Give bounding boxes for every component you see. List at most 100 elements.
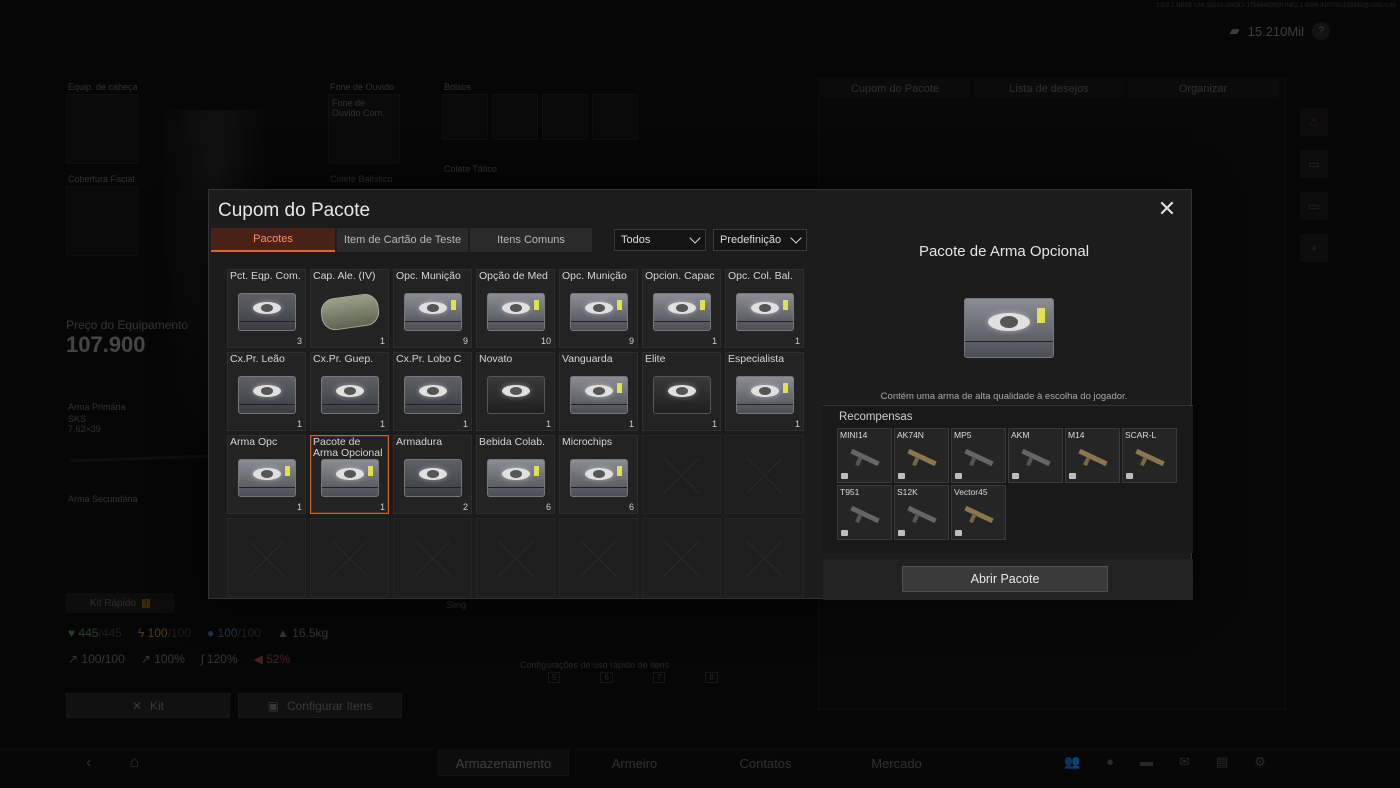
package-item[interactable]: Opcion. Capac 1 xyxy=(642,269,721,348)
package-coupon-dialog: Cupom do Pacote ✕ Pacotes Item de Cartão… xyxy=(208,189,1193,600)
profile-icon[interactable]: ● xyxy=(1106,754,1114,770)
headset-item-name: Fone de Ouvido Com. xyxy=(332,98,385,118)
rewards-label: Recompensas xyxy=(839,411,913,423)
package-item[interactable]: Especialista 1 xyxy=(725,352,804,431)
package-item[interactable]: Bebida Colab. 6 xyxy=(476,435,555,514)
open-package-button[interactable]: Abrir Pacote xyxy=(902,566,1108,592)
package-box-icon xyxy=(486,375,545,414)
empty-slot xyxy=(642,518,721,597)
face-slot[interactable] xyxy=(66,186,138,256)
reward-item[interactable]: S12K xyxy=(894,485,949,540)
reward-item[interactable]: MP5 xyxy=(951,428,1006,483)
heart-icon: ♥ xyxy=(68,626,76,640)
reward-item[interactable]: Vector45 xyxy=(951,485,1006,540)
crate-icon[interactable]: ▭ xyxy=(1300,192,1328,220)
tab-wishlist[interactable]: Lista de desejos xyxy=(974,80,1124,98)
stats-row-2: ↗ 100/100 ↗ 100% ʃ 120% ◀ 52% xyxy=(68,652,290,666)
package-item[interactable]: Cx.Pr. Guep. 1 xyxy=(310,352,389,431)
quick-key[interactable]: 5 xyxy=(548,672,561,683)
nav-armory[interactable]: Armeiro xyxy=(569,750,700,776)
package-item[interactable]: Pct. Eqp. Com. 3 xyxy=(227,269,306,348)
back-icon[interactable]: ‹ xyxy=(86,754,91,772)
pocket-slot[interactable] xyxy=(542,94,588,140)
stats-row-1: ♥ 445/445 ϟ 100/100 ● 100/100 ▲ 16.5kg xyxy=(68,626,328,640)
preset-dropdown[interactable]: Predefinição xyxy=(713,229,807,251)
home-icon[interactable]: ⌂ xyxy=(129,754,139,772)
version-string: 1.0.0.1 NEXE UNI.1021A.GRODI 17548482929… xyxy=(1156,3,1396,9)
package-item[interactable]: Cx.Pr. Lobo C 1 xyxy=(393,352,472,431)
bottom-left-icons: ‹ ⌂ xyxy=(86,754,139,772)
pocket-slot[interactable] xyxy=(592,94,638,140)
package-item[interactable]: Opc. Munição 9 xyxy=(559,269,638,348)
kit-button[interactable]: ✕ Kit xyxy=(66,693,230,718)
package-item[interactable]: Armadura 2 xyxy=(393,435,472,514)
tab-packages[interactable]: Pacotes xyxy=(211,228,335,252)
plus-icon[interactable]: + xyxy=(1300,234,1328,262)
gear-icon[interactable]: ⚙ xyxy=(1254,754,1266,770)
weight-icon: ▲ xyxy=(276,626,289,640)
reward-item[interactable]: SCAR-L xyxy=(1122,428,1177,483)
configure-items-button[interactable]: ▣ Configurar Itens xyxy=(238,693,402,718)
quick-kit-button[interactable]: Kit Rápido ! xyxy=(66,593,174,613)
quick-kit-badge: ! xyxy=(141,598,151,608)
package-item[interactable]: Arma Opc 1 xyxy=(227,435,306,514)
rifle-icon xyxy=(1135,448,1165,467)
equipment-price-value: 107.900 xyxy=(66,332,146,357)
package-item-name: Novato xyxy=(479,353,513,365)
tab-common-items[interactable]: Itens Comuns xyxy=(470,228,592,252)
package-item[interactable]: Novato 1 xyxy=(476,352,555,431)
package-item-name: Opc. Munição xyxy=(396,270,461,282)
tab-organize[interactable]: Organizar xyxy=(1128,80,1278,98)
package-item[interactable]: Microchips 6 xyxy=(559,435,638,514)
pocket-slot[interactable] xyxy=(442,94,488,140)
package-box-icon xyxy=(486,292,545,331)
reward-item[interactable]: MINI14 xyxy=(837,428,892,483)
reward-item[interactable]: AK74N xyxy=(894,428,949,483)
reward-item-name: MINI14 xyxy=(840,430,868,440)
reward-item[interactable]: AKM xyxy=(1008,428,1063,483)
filter-dropdown[interactable]: Todos xyxy=(614,229,706,251)
tab-test-card-item[interactable]: Item de Cartão de Teste xyxy=(337,228,468,252)
reward-item[interactable]: M14 xyxy=(1065,428,1120,483)
quick-key[interactable]: 8 xyxy=(705,672,718,683)
package-item-count: 1 xyxy=(794,419,800,429)
help-icon[interactable]: ? xyxy=(1312,22,1330,40)
pocket-slot[interactable] xyxy=(492,94,538,140)
box-icon xyxy=(898,473,905,479)
package-item[interactable]: Pacote de Arma Opcional 1 xyxy=(310,435,389,514)
nav-market[interactable]: Mercado xyxy=(831,750,962,776)
package-item[interactable]: Elite 1 xyxy=(642,352,721,431)
currency-display: ▰ 15.210Mil ? xyxy=(1230,22,1330,40)
headset-slot[interactable]: Fone de Ouvido Com. xyxy=(328,94,400,164)
bolt-icon: ϟ xyxy=(137,626,145,640)
rifle-icon xyxy=(907,505,937,524)
tab-package-coupon[interactable]: Cupom do Pacote xyxy=(820,80,970,98)
group-icon[interactable]: 👥 xyxy=(1064,754,1080,770)
package-item[interactable]: Cx.Pr. Leão 1 xyxy=(227,352,306,431)
package-item[interactable]: Opc. Col. Bal. 1 xyxy=(725,269,804,348)
head-slot[interactable] xyxy=(66,94,138,164)
package-item-name: Microchips xyxy=(562,436,613,448)
package-item-name: Opção de Med xyxy=(479,270,548,282)
empty-slot xyxy=(476,518,555,597)
chat-icon[interactable]: ▬ xyxy=(1140,754,1153,770)
package-item[interactable]: Opção de Med 10 xyxy=(476,269,555,348)
quick-key[interactable]: 6 xyxy=(600,672,613,683)
box-icon xyxy=(841,530,848,536)
close-icon[interactable]: ✕ xyxy=(1157,198,1177,220)
nav-contacts[interactable]: Contatos xyxy=(700,750,831,776)
primary-weapon-image[interactable] xyxy=(69,427,211,463)
package-item[interactable]: Opc. Munição 9 xyxy=(393,269,472,348)
mail-icon[interactable]: ✉ xyxy=(1179,754,1190,770)
package-item[interactable]: Vanguarda 1 xyxy=(559,352,638,431)
package-item[interactable]: Cap. Ale. (IV) 1 xyxy=(310,269,389,348)
rifle-icon xyxy=(1078,448,1108,467)
quick-key[interactable]: 7 xyxy=(652,672,666,683)
alert-icon[interactable]: ⚠ xyxy=(1300,108,1328,136)
package-item-name: Armadura xyxy=(396,436,443,448)
box-icon[interactable]: ▭ xyxy=(1300,150,1328,178)
nav-storage[interactable]: Armazenamento xyxy=(438,750,569,776)
package-box-icon xyxy=(569,375,628,414)
document-icon[interactable]: ▤ xyxy=(1216,754,1228,770)
reward-item[interactable]: T951 xyxy=(837,485,892,540)
